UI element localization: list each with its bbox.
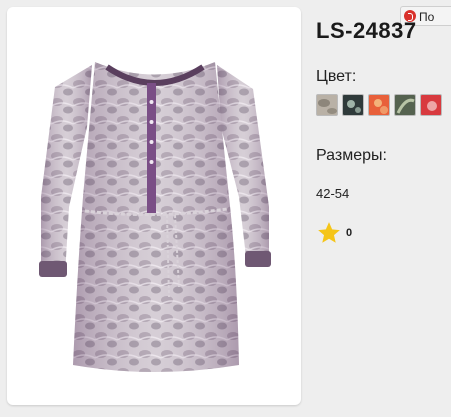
size-range: 42-54: [316, 186, 350, 201]
dress-illustration: [39, 62, 271, 372]
product-sku: LS-24837: [316, 18, 417, 43]
product-image-card[interactable]: [7, 7, 301, 405]
size-label: Размеры:: [316, 147, 387, 164]
color-swatch-dark-floral[interactable]: [342, 94, 364, 116]
color-swatch-beige-python[interactable]: [316, 94, 338, 116]
color-swatch-red-rose[interactable]: [420, 94, 442, 116]
product-image[interactable]: [7, 7, 301, 405]
color-label: Цвет:: [316, 68, 357, 85]
color-swatches: [316, 94, 442, 116]
star-icon: [318, 222, 340, 243]
rating[interactable]: 0: [316, 220, 352, 246]
color-swatch-green-leaf[interactable]: [394, 94, 416, 116]
share-label: По: [419, 10, 435, 24]
rating-count: 0: [346, 227, 353, 239]
color-swatch-orange-floral[interactable]: [368, 94, 390, 116]
